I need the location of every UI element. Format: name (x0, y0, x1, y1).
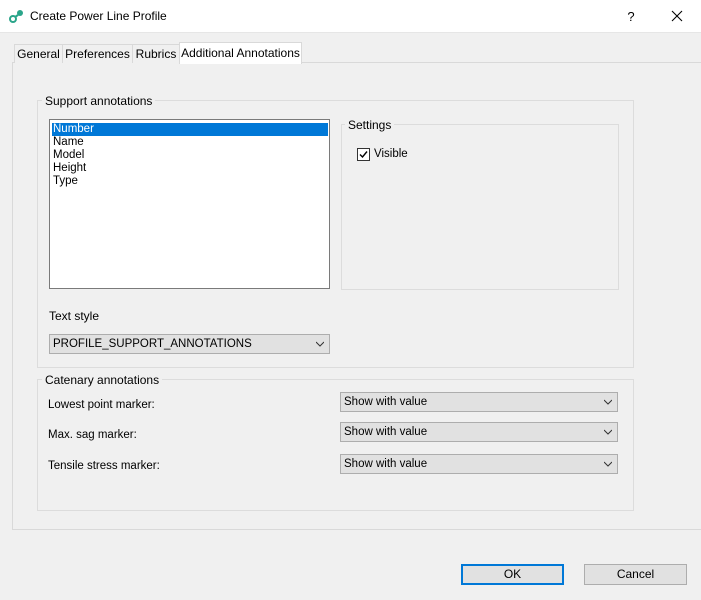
list-item[interactable]: Name (52, 136, 328, 149)
cancel-button[interactable]: Cancel (584, 564, 687, 585)
tab-rubrics[interactable]: Rubrics (132, 44, 180, 63)
support-annotations-label: Support annotations (42, 94, 156, 108)
text-style-select[interactable]: PROFILE_SUPPORT_ANNOTATIONS (49, 334, 330, 354)
window-title: Create Power Line Profile (30, 9, 167, 23)
power-line-profile-icon (9, 10, 23, 23)
max-sag-marker-select[interactable]: Show with value (340, 422, 618, 442)
visible-checkbox[interactable] (357, 148, 370, 161)
lowest-point-marker-select[interactable]: Show with value (340, 392, 618, 412)
list-item[interactable]: Number (52, 123, 328, 136)
max-sag-marker-label: Max. sag marker: (48, 429, 137, 441)
text-style-value: PROFILE_SUPPORT_ANNOTATIONS (53, 338, 252, 350)
tensile-stress-marker-select[interactable]: Show with value (340, 454, 618, 474)
settings-label: Settings (345, 118, 395, 132)
text-style-label: Text style (49, 309, 100, 323)
tensile-stress-marker-label: Tensile stress marker: (48, 460, 160, 472)
help-button[interactable]: ? (612, 0, 650, 32)
chevron-down-icon (316, 341, 324, 347)
list-item[interactable]: Height (52, 162, 328, 175)
list-item[interactable]: Type (52, 175, 328, 188)
support-annotations-list[interactable]: Number Name Model Height Type (49, 119, 330, 289)
catenary-annotations-label: Catenary annotations (42, 373, 163, 387)
tab-general[interactable]: General (14, 44, 63, 63)
checkmark-icon (359, 151, 368, 159)
lowest-point-marker-label: Lowest point marker: (48, 399, 155, 411)
chevron-down-icon (604, 461, 612, 467)
close-icon (671, 10, 683, 22)
chevron-down-icon (604, 399, 612, 405)
max-sag-marker-value: Show with value (344, 426, 428, 438)
close-button[interactable] (654, 0, 700, 32)
tab-preferences[interactable]: Preferences (62, 44, 133, 63)
ok-button[interactable]: OK (461, 564, 564, 585)
tensile-stress-marker-value: Show with value (344, 458, 428, 470)
lowest-point-marker-value: Show with value (344, 396, 428, 408)
chevron-down-icon (604, 429, 612, 435)
tab-additional-annotations[interactable]: Additional Annotations (179, 42, 302, 64)
visible-label: Visible (374, 148, 408, 160)
list-item[interactable]: Model (52, 149, 328, 162)
